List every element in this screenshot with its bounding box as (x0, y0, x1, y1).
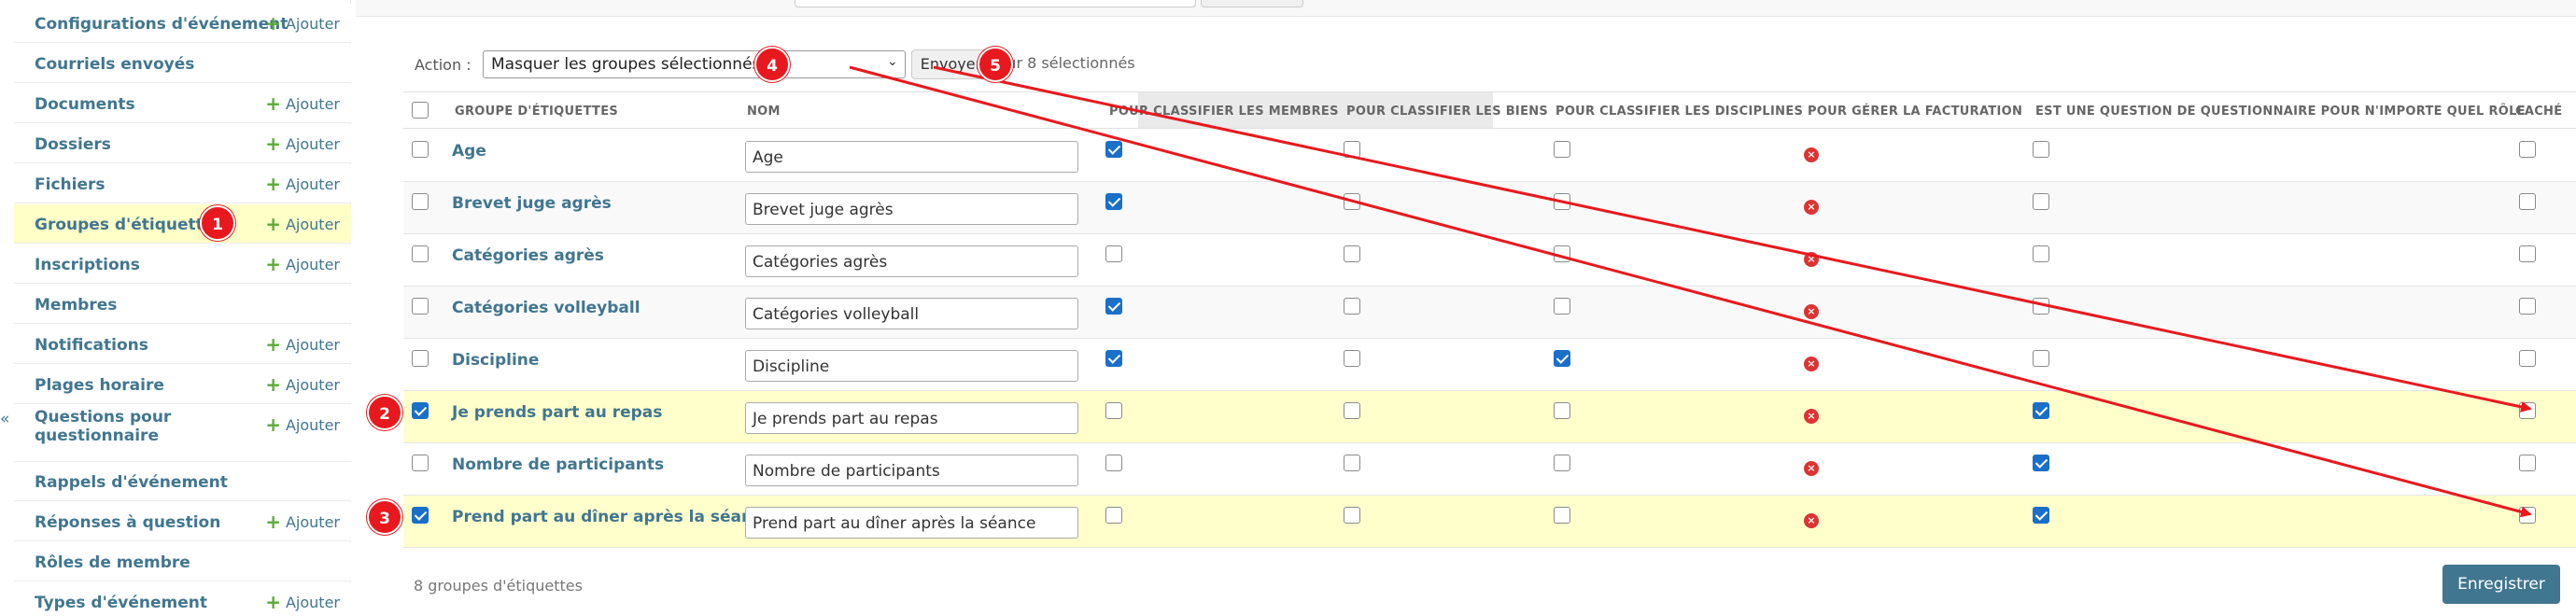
admin-page: Configurations d'événement + Ajouter Courri… (0, 0, 2576, 616)
marker-4: 4 (754, 47, 790, 82)
marker-2: 2 (367, 395, 402, 430)
marker-3: 3 (367, 499, 402, 535)
annotation-arrow (849, 65, 2532, 518)
marker-5: 5 (978, 47, 1013, 82)
marker-1: 1 (200, 205, 235, 241)
annotation-arrow (933, 65, 2532, 413)
